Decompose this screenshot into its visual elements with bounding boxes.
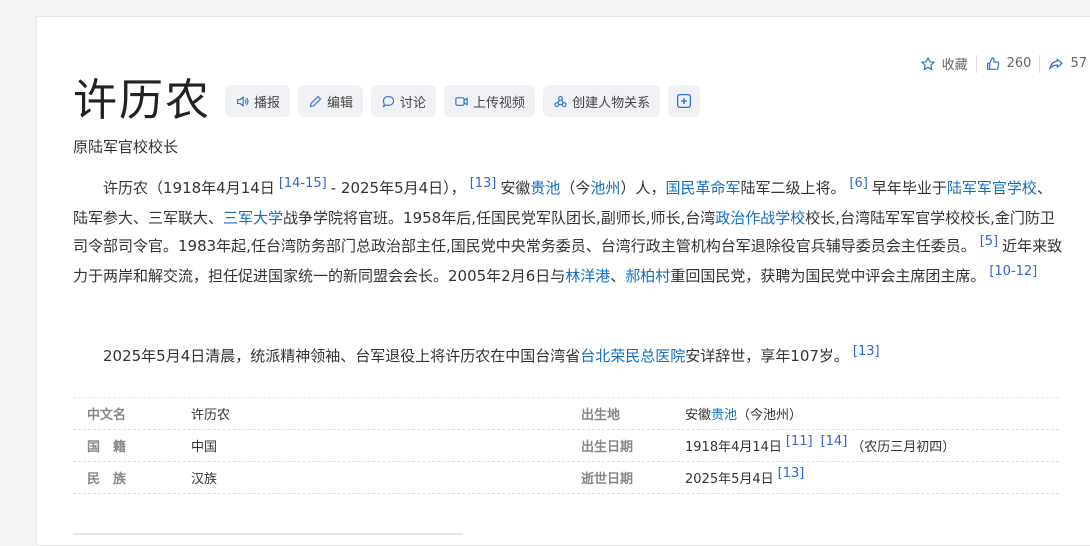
text: 1918年4月14日 [685, 440, 782, 455]
link-hau-pei-tsun[interactable]: 郝柏村 [625, 267, 670, 285]
text: 战争学院将官班。1958年后,任国民党军队团长,副师长,师长,台湾 [283, 209, 716, 227]
text: （农历三月初四） [851, 440, 956, 455]
add-button[interactable] [668, 85, 701, 117]
thumbs-up-icon [986, 56, 999, 70]
discuss-label: 讨论 [400, 95, 427, 111]
text: 2025年5月4日 [685, 472, 774, 487]
infobox-label: 民 族 [87, 472, 127, 487]
relation-network-icon [554, 95, 567, 107]
edit-label: 编辑 [327, 95, 354, 111]
reference-link[interactable]: [11] [786, 434, 813, 449]
page-title: 许历农 [73, 75, 211, 126]
like-button[interactable]: 260 [977, 56, 1040, 72]
reference-link[interactable]: [6] [849, 176, 867, 191]
text: 安徽 [500, 179, 531, 197]
reference-link[interactable]: [14] [821, 434, 848, 449]
reference-link[interactable]: [13] [470, 176, 497, 191]
favorite-label: 收藏 [941, 58, 968, 73]
infobox-value: 1918年4月14日 [11] [14] （农历三月初四） [685, 434, 1059, 455]
favorite-button[interactable]: 收藏 [912, 54, 976, 73]
text: 重回国民党，获聘为国民党中评会主席团主席。 [670, 267, 986, 285]
reference-link[interactable]: [5] [980, 234, 998, 249]
text: 安徽 [685, 408, 712, 423]
discuss-button[interactable]: 讨论 [371, 85, 437, 117]
text: 许历农（1918年4月14日 [103, 179, 275, 197]
video-camera-icon [455, 96, 468, 106]
upload-video-label: 上传视频 [473, 95, 526, 111]
infobox-label: 出生地 [581, 408, 621, 423]
text: 早年毕业于 [871, 179, 947, 197]
text: （今池州） [737, 408, 803, 423]
speaker-icon [236, 95, 249, 107]
link-lin-yang-kang[interactable]: 林洋港 [565, 267, 610, 285]
infobox-label: 中文名 [87, 408, 127, 423]
broadcast-label: 播报 [254, 95, 281, 111]
reference-link[interactable]: [10-12] [989, 264, 1037, 279]
edit-button[interactable]: 编辑 [298, 85, 364, 117]
text: - 2025年5月4日）， [330, 179, 466, 197]
broadcast-button[interactable]: 播报 [225, 85, 291, 117]
infobox-row: 民 族 汉族 逝世日期 2025年5月4日 [13] [73, 462, 1059, 494]
infobox-label: 国 籍 [87, 440, 127, 455]
like-count: 260 [1006, 56, 1032, 71]
link-army-academy[interactable]: 陆军军官学校 [947, 179, 1037, 197]
chat-bubble-icon [382, 95, 395, 108]
infobox-value: 汉族 [191, 472, 218, 487]
text: 安详辞世，享年107岁。 [685, 347, 849, 365]
pencil-icon [309, 95, 322, 107]
tab-underline [73, 533, 463, 535]
title-row: 许历农 播报 编辑 讨论 上传视频 创建人物关系 [73, 73, 708, 129]
link-armed-forces-university[interactable]: 三军大学 [223, 209, 283, 227]
text: 2025年5月4日清晨，统派精神领袖、台军退役上将许历农在中国台湾省 [103, 347, 581, 365]
link-china[interactable]: 中国 [191, 436, 567, 455]
infobox-value: 许历农 [191, 408, 231, 423]
infobox-row: 国 籍 中国 出生日期 1918年4月14日 [11] [14] （农历三月初四） [73, 430, 1059, 462]
share-button[interactable]: 57 [1040, 56, 1090, 72]
infobox-label: 逝世日期 [581, 472, 634, 487]
link-guichi[interactable]: 贵池 [530, 179, 560, 197]
infobox-value: 安徽贵池（今池州） [685, 404, 1059, 423]
reference-link[interactable]: [13] [853, 344, 880, 359]
share-count: 57 [1070, 56, 1087, 71]
link-chizhou[interactable]: 池州 [590, 179, 620, 197]
text: ）人， [620, 179, 666, 197]
intro-paragraph: 许历农（1918年4月14日 [14-15] - 2025年5月4日）， [13] 安徽… [73, 174, 1063, 292]
article-card: 收藏 260 57 许历农 播报 编辑 讨论 上传视频 创建人物关系 原陆军官校… [36, 16, 1090, 546]
star-icon [920, 56, 935, 70]
text: （今 [560, 179, 591, 197]
top-actions: 收藏 260 57 [912, 54, 1090, 73]
infobox: 中文名 许历农 出生地 安徽贵池（今池州） 国 籍 中国 出生日期 1918年4… [73, 397, 1059, 494]
upload-video-button[interactable]: 上传视频 [444, 85, 536, 117]
infobox-value: 2025年5月4日 [13] [685, 466, 1059, 487]
create-relations-label: 创建人物关系 [572, 95, 651, 111]
link-political-warfare-school[interactable]: 政治作战学校 [715, 209, 805, 227]
death-paragraph: 2025年5月4日清晨，统派精神领袖、台军退役上将许历农在中国台湾省台北荣民总医… [73, 342, 1063, 372]
infobox-label: 出生日期 [581, 440, 634, 455]
subtitle: 原陆军官校校长 [73, 138, 179, 156]
link-taipei-veterans-hospital[interactable]: 台北荣民总医院 [580, 347, 685, 365]
text: 、 [610, 267, 626, 285]
reference-link[interactable]: [13] [778, 466, 805, 481]
plus-square-icon [677, 93, 692, 109]
share-icon [1049, 57, 1064, 70]
link-national-revolutionary-army[interactable]: 国民革命军 [665, 179, 740, 197]
infobox-row: 中文名 许历农 出生地 安徽贵池（今池州） [73, 397, 1059, 430]
create-relations-button[interactable]: 创建人物关系 [543, 85, 661, 117]
link-guichi[interactable]: 贵池 [711, 408, 737, 423]
text: 陆军二级上将。 [740, 179, 846, 197]
reference-link[interactable]: [14-15] [279, 176, 327, 191]
